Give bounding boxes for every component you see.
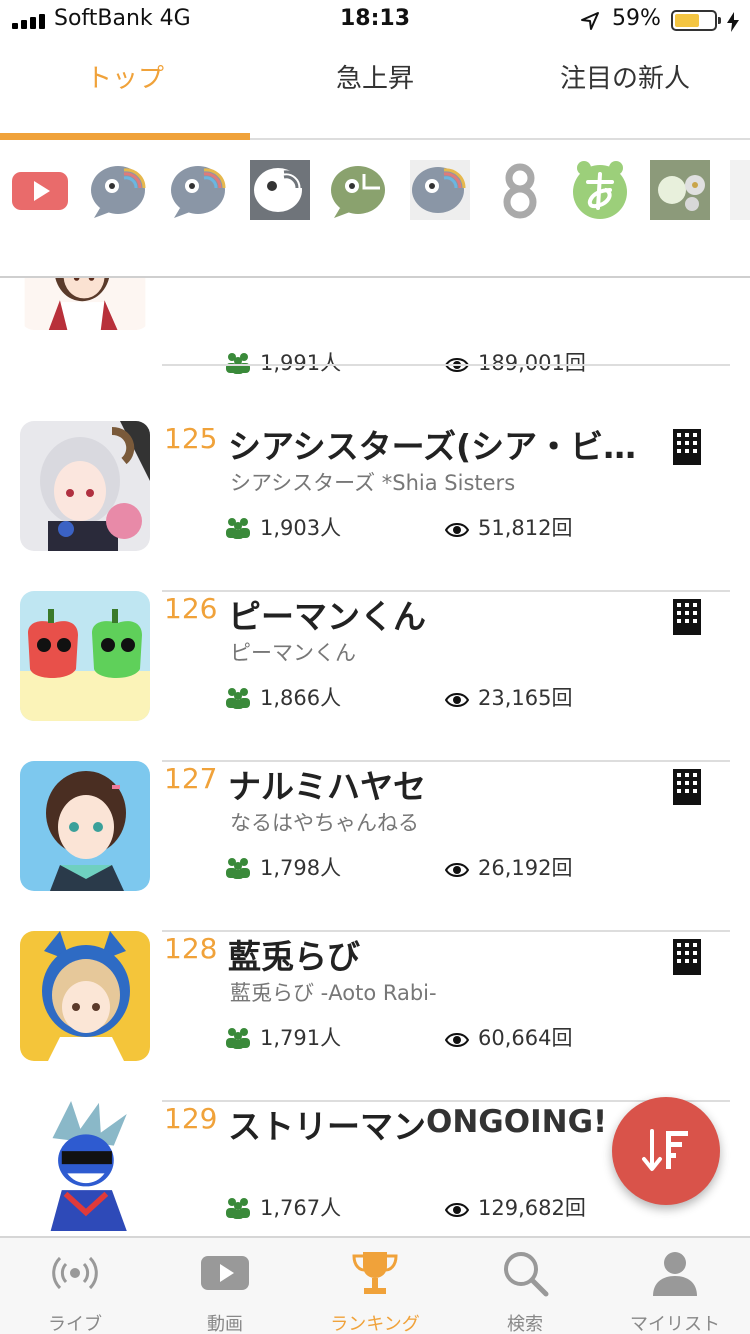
nav-video[interactable]: 動画	[150, 1238, 300, 1334]
channel-name: 藍兎らび	[228, 937, 360, 976]
channel-subtitle: 藍兎らび -Aoto Rabi-	[230, 981, 437, 1005]
nav-mylist[interactable]: マイリスト	[600, 1238, 750, 1334]
live-icon	[52, 1256, 98, 1290]
ranking-list: 1,991人 189,001回 125 シアシスターズ(シア・ビビ… シアシスタ…	[0, 278, 750, 1236]
showroom-icon[interactable]	[170, 160, 230, 220]
rank-number: 125	[164, 422, 218, 455]
eye-icon	[445, 693, 469, 707]
subscriber-count: 1,798人	[260, 856, 342, 880]
channel-subtitle: なるはやちゃんねる	[230, 811, 419, 835]
a-hiragana-icon[interactable]	[570, 160, 630, 220]
subscriber-count: 1,903人	[260, 516, 342, 540]
channel-thumbnail	[24, 278, 146, 330]
eye-icon	[445, 1033, 469, 1047]
ranking-screen: SoftBank 4G 18:13 59% トップ 急上昇 注目の新人 1,99…	[0, 0, 750, 1334]
showroom-icon[interactable]	[410, 160, 470, 220]
channel-subtitle: ピーマンくん	[230, 641, 356, 665]
sort-descending-icon	[642, 1129, 688, 1171]
nav-ranking[interactable]: ランキング	[300, 1238, 450, 1334]
battery-percent: 59%	[612, 6, 661, 31]
channel-thumbnail	[24, 1101, 146, 1231]
channel-name: ナルミハヤセ	[228, 767, 426, 806]
channel-thumbnail	[20, 421, 150, 551]
ranking-tabs: トップ 急上昇 注目の新人	[0, 40, 750, 140]
view-count: 189,001回	[478, 351, 586, 375]
subscribers-icon	[226, 1198, 250, 1219]
subscribers-icon	[226, 688, 250, 709]
view-count: 129,682回	[478, 1196, 586, 1220]
subscribers-icon	[226, 858, 250, 879]
eye-icon	[445, 1203, 469, 1217]
nav-label: 検索	[507, 1314, 543, 1334]
platform-filter-row	[0, 140, 750, 278]
location-arrow-icon	[581, 12, 599, 30]
channel-thumbnail	[20, 931, 150, 1061]
active-tab-indicator	[0, 133, 250, 140]
eight-icon[interactable]	[490, 160, 550, 220]
charging-bolt-icon	[727, 12, 739, 32]
view-count: 51,812回	[478, 516, 573, 540]
tab-top[interactable]: トップ	[0, 40, 250, 138]
nav-label: マイリスト	[630, 1314, 720, 1334]
channel-thumbnail	[20, 761, 150, 891]
status-bar: SoftBank 4G 18:13 59%	[0, 0, 750, 40]
tab-rising[interactable]: 急上昇	[250, 40, 500, 138]
nav-search[interactable]: 検索	[450, 1238, 600, 1334]
nav-label: ランキング	[330, 1314, 420, 1334]
nav-live[interactable]: ライブ	[0, 1238, 150, 1334]
channel-subtitle: シアシスターズ *Shia Sisters	[230, 471, 516, 495]
channel-name: シアシスターズ(シア・ビビ…	[228, 427, 653, 466]
sort-button[interactable]	[612, 1097, 720, 1205]
list-item[interactable]: 126 ピーマンくん ピーマンくん 1,866人 23,165回	[0, 570, 750, 762]
subscribers-icon	[226, 518, 250, 539]
eye-icon	[445, 523, 469, 537]
view-count: 26,192回	[478, 856, 573, 880]
building-icon	[673, 429, 701, 465]
subscriber-count: 1,791人	[260, 1026, 342, 1050]
person-icon	[653, 1252, 697, 1296]
trophy-icon	[352, 1252, 398, 1294]
view-count: 60,664回	[478, 1026, 573, 1050]
rank-number: 127	[164, 762, 218, 795]
subscribers-icon	[226, 353, 250, 374]
youtube-icon[interactable]	[10, 160, 70, 220]
building-icon	[673, 599, 701, 635]
building-icon	[673, 939, 701, 975]
list-item[interactable]: 127 ナルミハヤセ なるはやちゃんねる 1,798人 26,192回	[0, 740, 750, 932]
subscribers-icon	[226, 1028, 250, 1049]
list-item[interactable]: 125 シアシスターズ(シア・ビビ… シアシスターズ *Shia Sisters…	[0, 400, 750, 592]
rank-number: 129	[164, 1102, 218, 1135]
mascot-icon[interactable]	[650, 160, 710, 220]
video-icon	[201, 1256, 249, 1290]
nav-label: ライブ	[48, 1314, 102, 1334]
search-icon	[504, 1252, 549, 1297]
rank-number: 128	[164, 932, 218, 965]
battery-icon	[671, 10, 721, 31]
showroom-icon[interactable]	[330, 160, 390, 220]
showroom-icon[interactable]	[250, 160, 310, 220]
rank-number: 126	[164, 592, 218, 625]
row-divider	[162, 364, 730, 366]
eye-icon	[445, 863, 469, 877]
ongoing-banner: ONGOING!	[426, 1104, 608, 1140]
showroom-icon[interactable]	[90, 160, 150, 220]
channel-thumbnail	[20, 591, 150, 721]
tab-new-talent[interactable]: 注目の新人	[500, 40, 750, 138]
subscriber-count: 1,991人	[260, 351, 342, 375]
subscriber-count: 1,767人	[260, 1196, 342, 1220]
more-icon[interactable]	[730, 160, 750, 220]
channel-name: ストリーマン	[228, 1107, 426, 1146]
nav-label: 動画	[207, 1314, 243, 1334]
building-icon	[673, 769, 701, 805]
list-item[interactable]: 1,991人 189,001回	[0, 278, 750, 410]
list-item[interactable]: 128 藍兎らび 藍兎らび -Aoto Rabi- 1,791人 60,664回	[0, 910, 750, 1102]
bottom-tab-bar: ライブ 動画 ランキング 検索 マイリスト	[0, 1236, 750, 1334]
channel-name: ピーマンくん	[228, 597, 426, 636]
view-count: 23,165回	[478, 686, 573, 710]
subscriber-count: 1,866人	[260, 686, 342, 710]
